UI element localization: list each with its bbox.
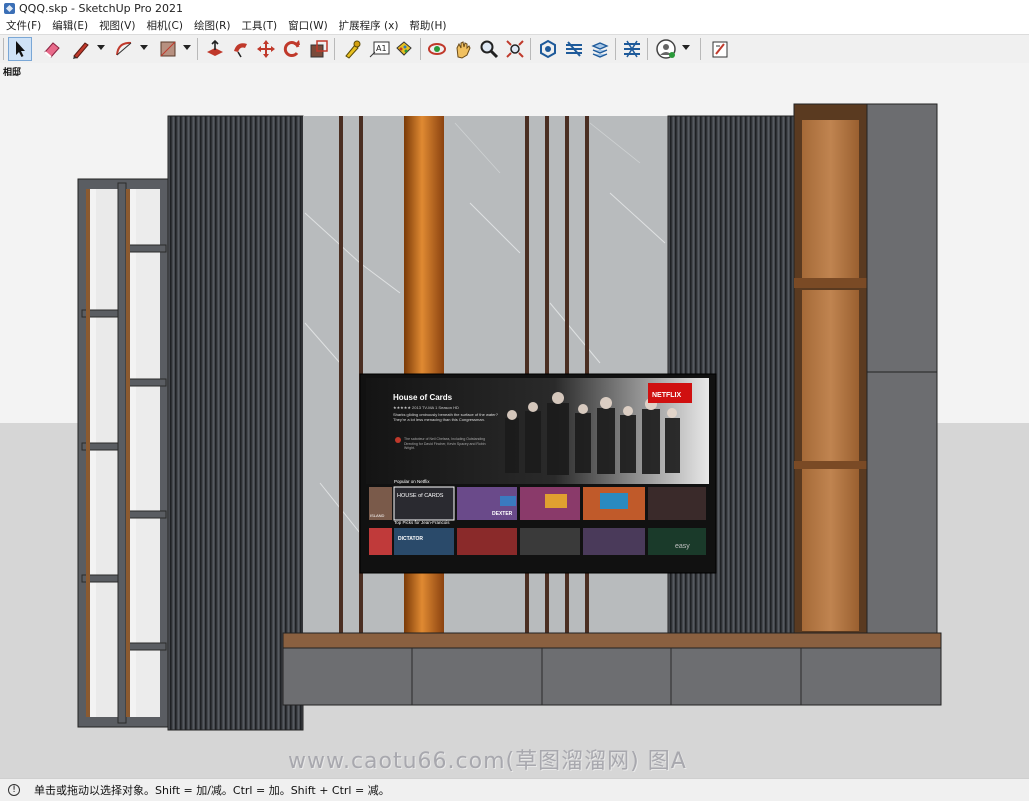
menu-bar: 文件(F) 编辑(E) 视图(V) 相机(C) 绘图(R) 工具(T) 窗口(W…: [0, 17, 1029, 34]
3d-warehouse-button[interactable]: [536, 37, 560, 61]
zoom-extents-icon: [506, 40, 524, 58]
toolbar-separator: [334, 38, 335, 60]
model-viewport[interactable]: 相邸 NETFLIX House of Cards ★★★★★ 2013 TV-…: [0, 63, 1029, 778]
layout-button[interactable]: [588, 37, 612, 61]
pan-icon: [456, 41, 471, 59]
zoom-icon: [480, 40, 499, 59]
arc-tool-button[interactable]: [112, 37, 136, 61]
arc-tool-dropdown[interactable]: [140, 45, 148, 50]
toolbar-separator: [700, 38, 701, 60]
text-tool-caption: A1: [376, 44, 387, 53]
menu-camera[interactable]: 相机(C): [140, 18, 188, 33]
toolbar-separator: [647, 38, 648, 60]
paint-bucket-tool-button[interactable]: [392, 37, 416, 61]
tape-measure-tool-button[interactable]: [340, 37, 364, 61]
status-message: 单击或拖动以选择对象。Shift = 加/减。Ctrl = 加。Shift + …: [34, 784, 390, 797]
menu-draw[interactable]: 绘图(R): [188, 18, 236, 33]
pencil-line-icon: [73, 42, 89, 59]
sketchup-app-icon: [4, 3, 15, 14]
account-dropdown[interactable]: [682, 45, 690, 50]
paint-bucket-icon: [396, 41, 412, 56]
toolbar-separator: [615, 38, 616, 60]
menu-edit[interactable]: 编辑(E): [46, 18, 93, 33]
select-tool-button[interactable]: [8, 37, 32, 61]
toolbar-separator: [420, 38, 421, 60]
select-arrow-icon: [16, 41, 25, 57]
menu-file[interactable]: 文件(F): [0, 18, 46, 33]
orbit-icon: [428, 43, 446, 55]
toolbar-separator: [197, 38, 198, 60]
follow-me-icon: [234, 43, 247, 58]
rotate-tool-button[interactable]: [280, 37, 304, 61]
account-button[interactable]: [654, 37, 678, 61]
rectangle-tool-button[interactable]: [156, 37, 180, 61]
follow-me-tool-button[interactable]: [229, 37, 253, 61]
scale-icon: [310, 40, 328, 58]
tv-show-title: House of Cards: [393, 393, 453, 402]
row1-tiles: ISLAND HOUSE of CARDS DEXTER: [369, 486, 706, 521]
push-pull-icon: [207, 39, 223, 56]
left-shelf-unit: [77, 178, 169, 728]
netflix-logo-text: NETFLIX: [652, 392, 681, 399]
tile-house-of-cards: HOUSE of CARDS: [397, 493, 444, 499]
menu-tools[interactable]: 工具(T): [235, 18, 282, 33]
eraser-tool-button[interactable]: [40, 37, 64, 61]
window-title: QQQ.skp - SketchUp Pro 2021: [19, 2, 184, 15]
tile-dexter: DEXTER: [492, 511, 513, 517]
extension-manager-icon: [624, 40, 640, 58]
orbit-tool-button[interactable]: [425, 37, 449, 61]
account-icon: [656, 39, 676, 59]
tv-screen: NETFLIX House of Cards ★★★★★ 2013 TV-MA …: [359, 373, 717, 574]
menu-extensions[interactable]: 扩展程序 (x): [333, 18, 404, 33]
row1-title: Popular on Netflix: [394, 479, 430, 484]
line-tool-button[interactable]: [68, 37, 92, 61]
tile-island: ISLAND: [370, 513, 385, 518]
extension-manager-button[interactable]: [620, 37, 644, 61]
tile-dictator: DICTATOR: [398, 536, 423, 542]
wood-cabinet: [793, 103, 868, 642]
extension-warehouse-button[interactable]: [562, 37, 586, 61]
tape-measure-icon: [345, 40, 361, 59]
watermark-text: www.caotu66.com(草图溜溜网) 图A: [288, 749, 687, 774]
row2-title: Top Picks for Jean-Francois: [394, 520, 450, 525]
text-icon: A1: [369, 41, 390, 58]
award-icon: [395, 437, 401, 443]
send-to-layout-button[interactable]: [708, 37, 732, 61]
status-bar: ! 单击或拖动以选择对象。Shift = 加/减。Ctrl = 加。Shift …: [0, 778, 1029, 801]
tv-show-description: Sharks gliding ominously beneath the sur…: [393, 412, 498, 422]
zoom-extents-tool-button[interactable]: [503, 37, 527, 61]
row2-tiles: DICTATOR easy: [369, 528, 706, 555]
send-to-layout-icon: [712, 41, 728, 58]
grey-tall-cabinet: [866, 103, 938, 643]
tile-easy: easy: [675, 543, 690, 550]
base-cabinet: [282, 632, 942, 706]
tv-wall-model: NETFLIX House of Cards ★★★★★ 2013 TV-MA …: [77, 103, 942, 731]
move-icon: [257, 40, 275, 58]
eraser-icon: [44, 42, 60, 58]
menu-help[interactable]: 帮助(H): [403, 18, 451, 33]
3d-warehouse-icon: [540, 39, 556, 59]
line-tool-dropdown[interactable]: [97, 45, 105, 50]
main-toolbar: A1: [0, 34, 1029, 64]
tv-show-meta: ★★★★★ 2013 TV-MA 1 Season HD: [393, 405, 459, 410]
scale-tool-button[interactable]: [307, 37, 331, 61]
extension-warehouse-icon: [566, 41, 582, 57]
rotate-icon: [283, 40, 300, 58]
rectangle-shape-icon: [160, 41, 176, 57]
text-tool-button[interactable]: A1: [368, 37, 392, 61]
move-tool-button[interactable]: [254, 37, 278, 61]
shape-tool-dropdown[interactable]: [183, 45, 191, 50]
menu-view[interactable]: 视图(V): [93, 18, 140, 33]
tv-show-awards: The saboteur of Neil Chelsea, Including …: [404, 437, 486, 450]
arc-icon: [116, 41, 132, 56]
push-pull-tool-button[interactable]: [203, 37, 227, 61]
toolbar-separator: [530, 38, 531, 60]
title-bar: QQQ.skp - SketchUp Pro 2021: [0, 0, 1029, 17]
toolbar-grip: [3, 38, 4, 60]
pan-tool-button[interactable]: [451, 37, 475, 61]
info-icon[interactable]: !: [8, 784, 20, 796]
zoom-tool-button[interactable]: [477, 37, 501, 61]
menu-window[interactable]: 窗口(W): [282, 18, 333, 33]
layout-icon: [591, 42, 609, 58]
